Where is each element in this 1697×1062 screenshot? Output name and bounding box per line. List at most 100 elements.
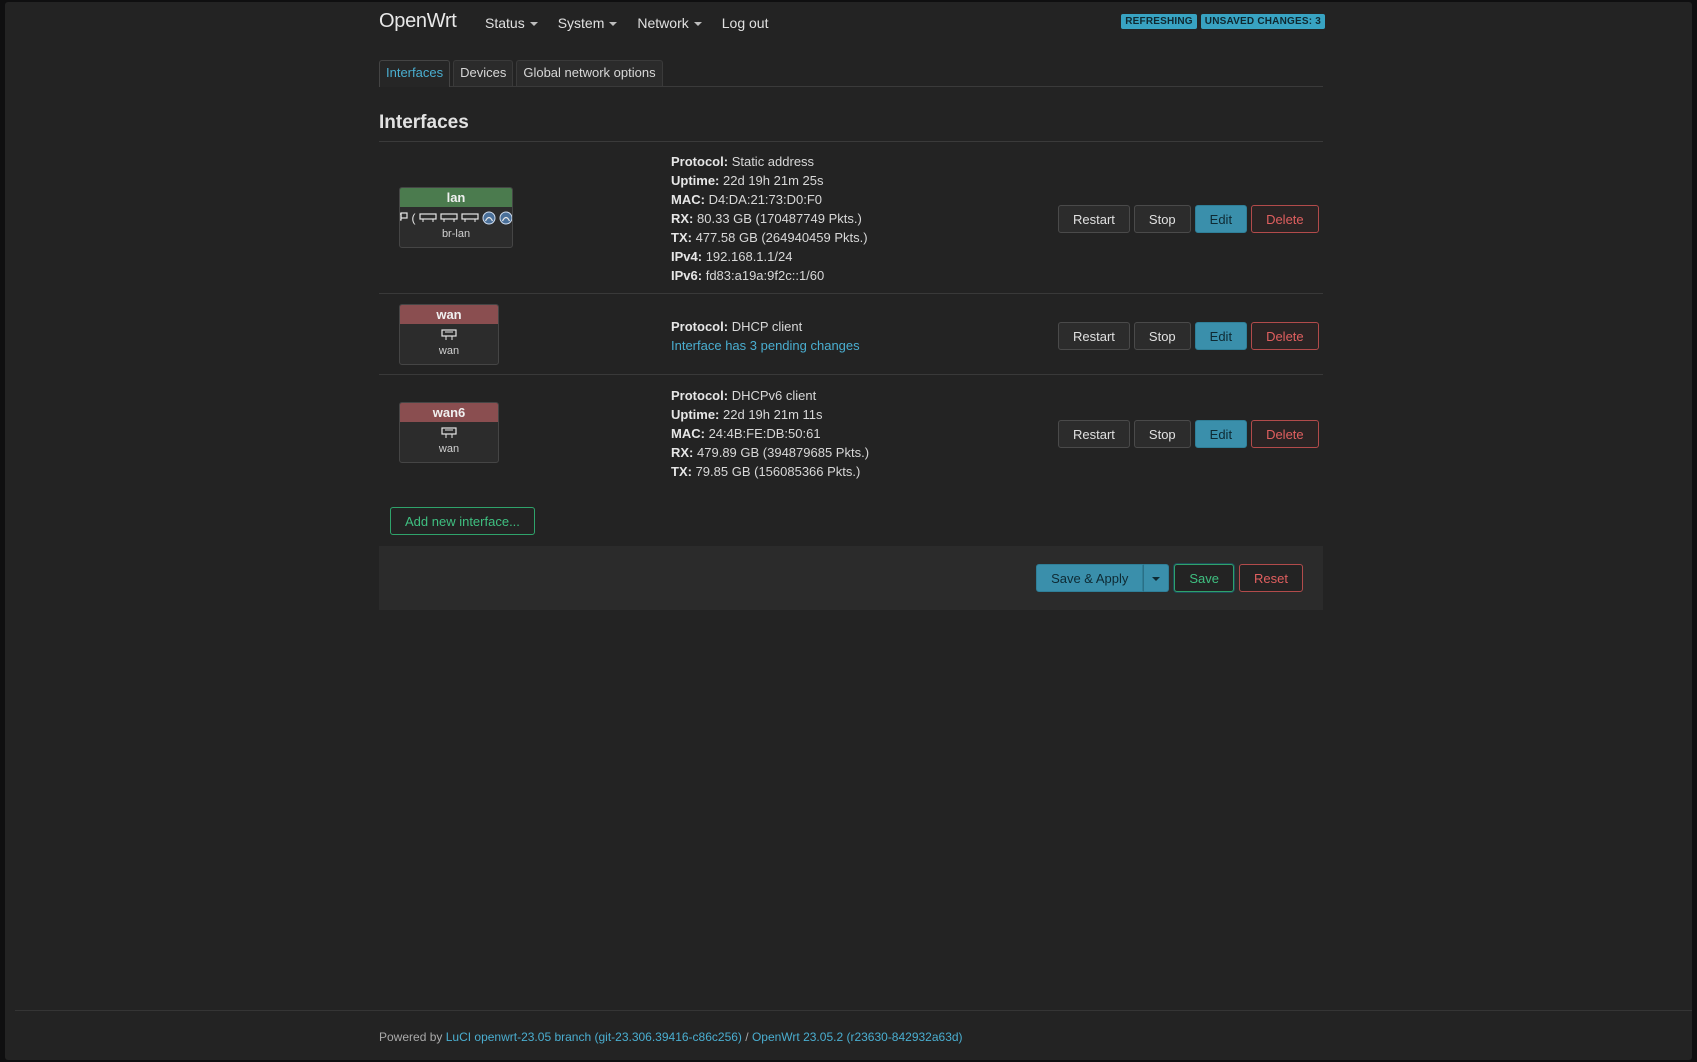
unsaved-changes-indicator[interactable]: UNSAVED CHANGES: 3 xyxy=(1200,14,1325,29)
info-value: 22d 19h 21m 11s xyxy=(723,407,823,422)
luci-version-link[interactable]: LuCI openwrt-23.05 branch (git-23.306.39… xyxy=(446,1030,742,1044)
bridge-icon xyxy=(400,212,409,224)
info-label: Uptime: xyxy=(671,173,720,188)
info-mac: MAC: D4:DA:21:73:D0:F0 xyxy=(671,190,868,209)
stop-button[interactable]: Stop xyxy=(1133,322,1191,350)
info-value: fd83:a19a:9f2c::1/60 xyxy=(705,268,825,283)
info-label: IPv6: xyxy=(671,268,703,283)
info-value: 79.85 GB (156085366 Pkts.) xyxy=(695,464,861,479)
page-footer: Powered by LuCI openwrt-23.05 branch (gi… xyxy=(379,1030,963,1044)
delete-button[interactable]: Delete xyxy=(1251,420,1319,448)
edit-button[interactable]: Edit xyxy=(1194,205,1248,233)
info-value: 80.33 GB (170487749 Pkts.) xyxy=(697,211,862,226)
interface-badge-wan6: wan6 wan xyxy=(399,402,499,463)
top-navigation: OpenWrt Status System Network Log out RE… xyxy=(5,2,1692,46)
info-ipv6: IPv6: fd83:a19a:9f2c::1/60 xyxy=(671,266,868,285)
status-indicators: REFRESHING UNSAVED CHANGES: 3 xyxy=(1121,14,1325,29)
info-rx: RX: 80.33 GB (170487749 Pkts.) xyxy=(671,209,868,228)
info-label: MAC: xyxy=(671,192,705,207)
interface-badge-wan: wan wan xyxy=(399,304,499,365)
add-interface-button[interactable]: Add new interface... xyxy=(390,507,535,535)
tab-interfaces[interactable]: Interfaces xyxy=(379,60,451,87)
info-value: 22d 19h 21m 25s xyxy=(723,173,824,188)
menu-system-label: System xyxy=(557,15,605,31)
edit-button[interactable]: Edit xyxy=(1194,322,1248,350)
menu-status-label: Status xyxy=(485,15,525,31)
delete-button[interactable]: Delete xyxy=(1251,205,1319,233)
tab-global-network-options[interactable]: Global network options xyxy=(516,60,663,86)
interface-actions-wan6: Restart Stop Edit Delete xyxy=(1058,420,1319,448)
info-label: Protocol: xyxy=(671,154,729,169)
interface-badge-lan: lan ( ) br-lan xyxy=(399,187,513,248)
interface-name: wan6 xyxy=(400,403,498,422)
chevron-down-icon xyxy=(529,22,538,26)
interface-device-name: wan xyxy=(438,443,460,455)
info-tx: TX: 79.85 GB (156085366 Pkts.) xyxy=(671,462,869,481)
info-value: 479.89 GB (394879685 Pkts.) xyxy=(697,445,870,460)
refreshing-indicator[interactable]: REFRESHING xyxy=(1121,14,1197,29)
edit-button[interactable]: Edit xyxy=(1194,420,1248,448)
menu-status[interactable]: Status xyxy=(485,15,538,31)
info-protocol: Protocol: Static address xyxy=(671,152,868,171)
main-menu: Status System Network Log out xyxy=(485,15,768,31)
menu-logout-label: Log out xyxy=(721,15,769,31)
pending-changes-link[interactable]: Interface has 3 pending changes xyxy=(671,336,860,355)
info-label: RX: xyxy=(671,211,694,226)
page-title: Interfaces xyxy=(379,112,469,133)
save-button[interactable]: Save xyxy=(1174,564,1235,592)
info-label: Protocol: xyxy=(671,388,729,403)
interface-name: wan xyxy=(400,305,498,324)
ethernet-port-icon xyxy=(460,213,479,223)
restart-button[interactable]: Restart xyxy=(1058,205,1130,233)
save-apply-split-button: Save & Apply xyxy=(1036,564,1170,592)
stop-button[interactable]: Stop xyxy=(1133,205,1191,233)
save-apply-button[interactable]: Save & Apply xyxy=(1036,564,1144,592)
info-label: Protocol: xyxy=(671,319,729,334)
info-label: TX: xyxy=(671,230,692,245)
openwrt-version-link[interactable]: OpenWrt 23.05.2 (r23630-842932a63d) xyxy=(752,1030,963,1044)
footer-prefix: Powered by xyxy=(379,1030,443,1044)
restart-button[interactable]: Restart xyxy=(1058,420,1130,448)
interface-device-name: wan xyxy=(438,345,460,357)
info-value: DHCP client xyxy=(731,319,803,334)
info-value: 24:4B:FE:DB:50:61 xyxy=(708,426,821,441)
row-divider xyxy=(379,293,1323,294)
info-label: RX: xyxy=(671,445,694,460)
info-rx: RX: 479.89 GB (394879685 Pkts.) xyxy=(671,443,869,462)
info-value: 192.168.1.1/24 xyxy=(705,249,793,264)
interface-device-icons: ( ) xyxy=(400,209,512,227)
info-value: Static address xyxy=(731,154,815,169)
chevron-down-icon xyxy=(1152,577,1161,581)
stop-button[interactable]: Stop xyxy=(1133,420,1191,448)
save-apply-dropdown-toggle[interactable] xyxy=(1143,564,1170,592)
footer-divider xyxy=(15,1010,1692,1011)
interface-actions-wan: Restart Stop Edit Delete xyxy=(1058,322,1319,350)
delete-button[interactable]: Delete xyxy=(1251,322,1319,350)
menu-network[interactable]: Network xyxy=(637,15,702,31)
info-label: MAC: xyxy=(671,426,705,441)
interface-device-icons xyxy=(400,326,498,344)
ethernet-port-icon xyxy=(418,213,437,223)
menu-logout[interactable]: Log out xyxy=(722,15,769,31)
interface-device-icons xyxy=(400,424,498,442)
menu-system[interactable]: System xyxy=(558,15,618,31)
wifi-icon xyxy=(499,211,512,225)
info-uptime: Uptime: 22d 19h 21m 25s xyxy=(671,171,868,190)
ethernet-port-icon xyxy=(441,427,457,439)
menu-network-label: Network xyxy=(637,15,689,31)
info-tx: TX: 477.58 GB (264940459 Pkts.) xyxy=(671,228,868,247)
restart-button[interactable]: Restart xyxy=(1058,322,1130,350)
info-protocol: Protocol: DHCP client xyxy=(671,317,860,336)
ethernet-port-icon xyxy=(439,213,458,223)
interface-name: lan xyxy=(400,188,512,207)
info-uptime: Uptime: 22d 19h 21m 11s xyxy=(671,405,869,424)
info-label: IPv4: xyxy=(671,249,703,264)
info-value: DHCPv6 client xyxy=(731,388,817,403)
tab-devices[interactable]: Devices xyxy=(453,60,514,86)
info-value: D4:DA:21:73:D0:F0 xyxy=(708,192,823,207)
brand-logo[interactable]: OpenWrt xyxy=(379,10,457,33)
ethernet-port-icon xyxy=(441,329,457,341)
tab-bar: Interfaces Devices Global network option… xyxy=(379,60,1323,87)
reset-button[interactable]: Reset xyxy=(1239,564,1303,592)
info-label: TX: xyxy=(671,464,692,479)
